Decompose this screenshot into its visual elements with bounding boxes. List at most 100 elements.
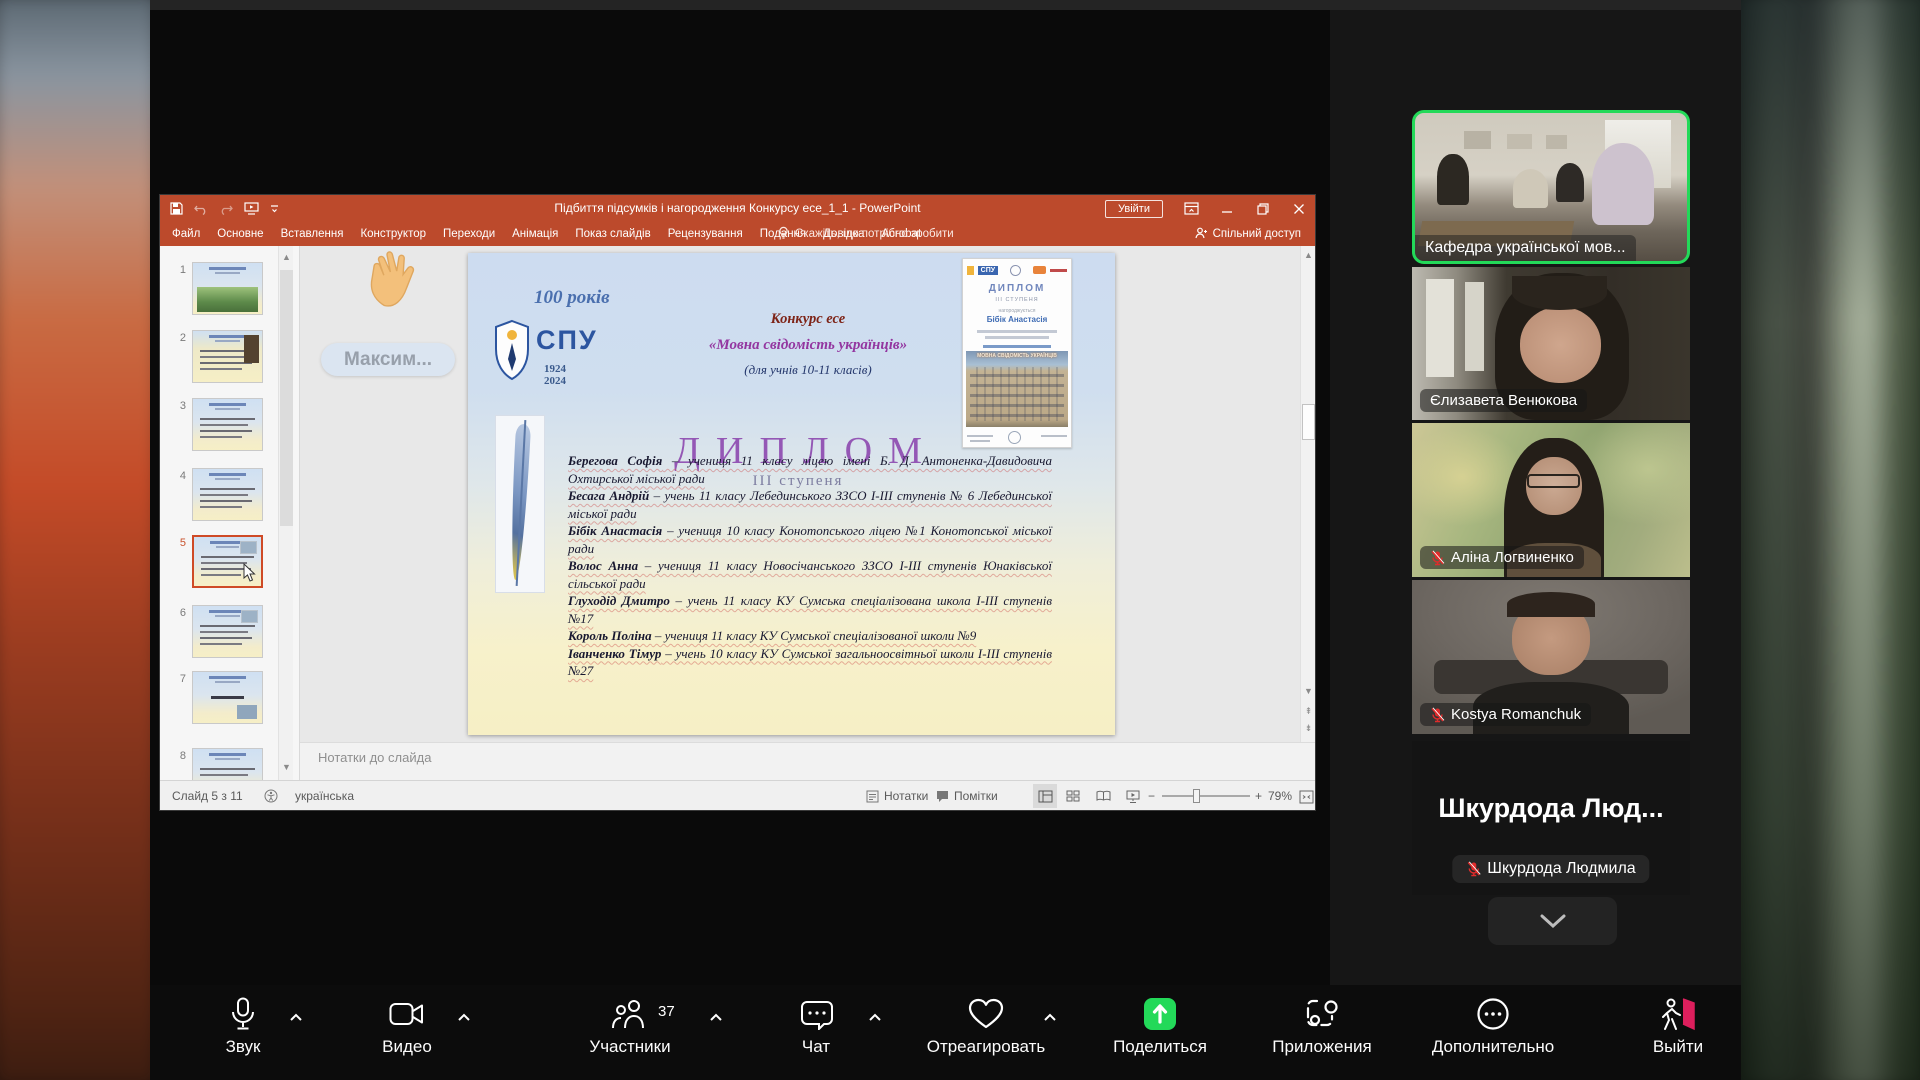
accessibility-icon[interactable] [264,781,278,811]
slide-number: 5 [168,537,186,549]
slide-editor-area: 100 років СПУ 19242024 Конкурс есе «Мовн… [300,246,1300,742]
zoom-in-button[interactable]: + [1255,781,1262,811]
award-entry: Волос Анна – учениця 11 класу Новосічанс… [568,557,1052,592]
video-tile-yelyzaveta[interactable]: Єлизавета Венюкова [1412,267,1690,420]
participant-name-label: Kostya Romanchuk [1420,703,1591,726]
next-slide-icon[interactable]: ⇟ [1303,723,1314,734]
diploma-preview-title: ДИПЛОМ [963,283,1071,294]
logo-years: 19242024 [544,363,566,387]
video-tile-shkurdoda[interactable]: Шкурдода Люд... Шкурдода Людмила [1412,741,1690,895]
zoom-slider-handle[interactable] [1193,789,1200,803]
diploma-preview-image: СПУ ДИПЛОМ ІІІ СТУПЕНЯ нагороджується Бі… [962,258,1072,448]
reactions-options-chevron[interactable] [1043,1009,1059,1025]
powerpoint-status-bar: Слайд 5 з 11 українська Нотатки Помітки [160,780,1315,810]
raised-hand-participant-name: Максим... [344,349,432,371]
slide-sorter-view-button[interactable] [1061,784,1085,808]
ribbon-display-options-icon[interactable] [1183,201,1199,217]
fit-to-window-icon[interactable] [1294,785,1318,809]
ribbon-tab-Вставлення[interactable]: Вставлення [281,228,344,240]
slide-canvas[interactable]: 100 років СПУ 19242024 Конкурс есе «Мовн… [468,253,1115,735]
zoom-window-top-strip [150,0,1741,10]
ribbon-tab-Переходи[interactable]: Переходи [443,228,495,240]
audio-options-chevron[interactable] [289,1009,305,1025]
participants-button[interactable]: Участники 37 [555,993,705,1073]
more-button[interactable]: Дополнительно [1418,993,1568,1073]
slide-number: 6 [168,607,186,619]
video-tile-kostya[interactable]: Kostya Romanchuk [1412,580,1690,734]
slide-thumbnail-image[interactable] [192,468,263,521]
chat-button[interactable]: Чат [741,993,891,1073]
collapse-gallery-button[interactable] [1488,897,1617,945]
window [1426,279,1454,377]
person-silhouette [1513,169,1548,207]
bangs [1512,276,1607,310]
reading-view-button[interactable] [1091,784,1115,808]
audio-button[interactable]: Звук [168,993,318,1073]
zoom-app-window: Підбиття підсумків і нагородження Конкур… [150,0,1741,1080]
participants-icon [555,993,705,1035]
scroll-down-icon[interactable]: ▼ [281,762,292,773]
share-button[interactable]: Спільний доступ [1195,222,1301,246]
video-tile-department[interactable]: Кафедра української мов... [1412,110,1690,264]
slide-thumbnail-image[interactable] [192,671,263,724]
scroll-down-icon[interactable]: ▼ [1303,686,1314,697]
slideshow-view-button[interactable] [1121,784,1145,808]
slide-counter: Слайд 5 з 11 [172,781,243,811]
chat-options-chevron[interactable] [868,1009,884,1025]
share-screen-icon [1085,993,1235,1035]
scroll-up-icon[interactable]: ▲ [281,252,292,263]
minimize-button[interactable] [1219,201,1235,217]
participant-name-label: Шкурдода Людмила [1452,855,1649,883]
scroll-up-icon[interactable]: ▲ [1303,250,1314,261]
leave-icon [1603,993,1753,1035]
restore-button[interactable] [1255,201,1271,217]
slide-thumbnail-image[interactable] [192,748,263,780]
editor-scrollbar[interactable]: ▲ ▼ ⇞ ⇟ [1300,246,1315,742]
leave-button[interactable]: Выйти [1603,993,1753,1073]
slide-number: 8 [168,750,186,762]
person-silhouette [1556,163,1583,201]
share-screen-button[interactable]: Поделиться [1085,993,1235,1073]
scrollbar-thumb[interactable] [1302,404,1315,440]
ribbon-tab-Рецензування[interactable]: Рецензування [668,228,743,240]
ribbon-tab-Основне[interactable]: Основне [217,228,263,240]
close-button[interactable] [1291,201,1307,217]
wall-picture [1507,134,1531,149]
notes-placeholder: Нотатки до слайда [300,743,1315,765]
zoom-percentage[interactable]: 79% [1268,781,1292,811]
ribbon-tab-Показ слайдів[interactable]: Показ слайдів [575,228,650,240]
slide-thumbnail-image[interactable] [192,605,263,658]
notes-toggle[interactable]: Нотатки [866,781,928,811]
ribbon-tab-Файл[interactable]: Файл [172,228,200,240]
award-entry: Бібік Анастасія – учениця 10 класу Конот… [568,522,1052,557]
video-tile-alina[interactable]: Аліна Логвиненко [1412,423,1690,577]
logo-100-years: 100 років [534,287,610,309]
scrollbar-thumb[interactable] [280,270,293,526]
tell-me-box[interactable]: Скажіть, що потрібно зробити [778,222,954,246]
slide-thumbnail-image[interactable] [192,262,263,315]
video-options-chevron[interactable] [457,1009,473,1025]
zoom-slider-track[interactable] [1162,795,1250,797]
window [1465,282,1484,371]
notes-pane[interactable]: Нотатки до слайда [300,742,1315,780]
reactions-button[interactable]: Отреагировать [911,993,1061,1073]
sign-in-button[interactable]: Увійти [1105,200,1163,218]
normal-view-button[interactable] [1033,784,1057,808]
slide-thumbnail-image[interactable] [192,330,263,383]
thumbnail-scrollbar[interactable]: ▲ ▼ [278,246,293,780]
notes-toggle-label: Нотатки [884,789,928,803]
video-button[interactable]: Видео [332,993,482,1073]
ribbon-tab-Конструктор[interactable]: Конструктор [360,228,426,240]
participants-options-chevron[interactable] [709,1009,725,1025]
muted-microphone-icon [1466,861,1481,877]
zoom-out-button[interactable]: − [1148,781,1155,811]
apps-button[interactable]: Приложения [1247,993,1397,1073]
slide-thumbnail-image[interactable] [192,398,263,451]
comments-toggle[interactable]: Помітки [936,781,998,811]
ribbon-tab-Анімація[interactable]: Анімація [512,228,558,240]
ribbon-tab-bar: Файл Основне Вставлення Конструктор Переходи… [160,222,1315,246]
language-indicator[interactable]: українська [295,781,354,811]
logo-acronym: СПУ [536,325,598,356]
previous-slide-icon[interactable]: ⇞ [1303,706,1314,717]
apps-icon [1247,993,1397,1035]
